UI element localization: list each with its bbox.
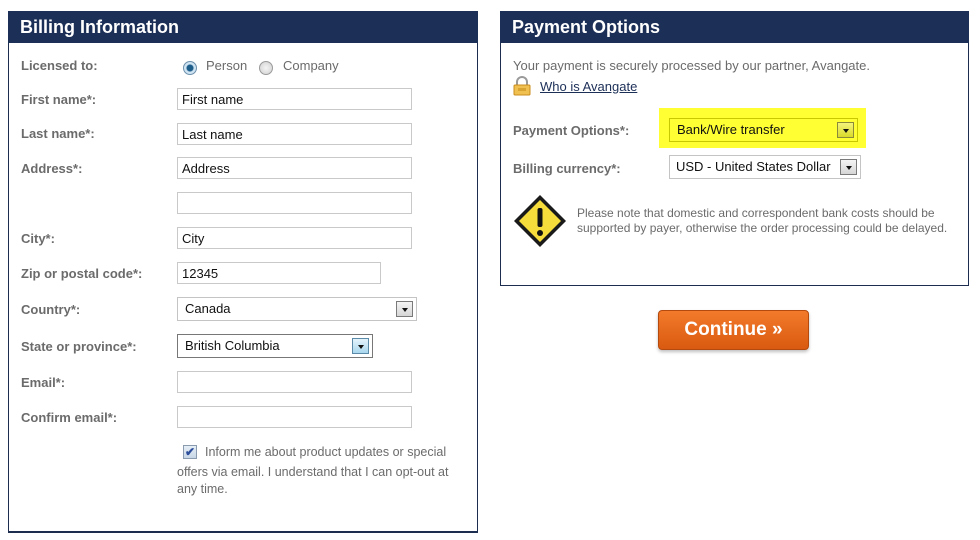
billing-currency-label: Billing currency*: (513, 161, 621, 176)
country-select[interactable]: Canada (177, 297, 417, 321)
radio-person-label[interactable]: Person (206, 58, 247, 73)
radio-company[interactable] (259, 61, 273, 75)
country-select-value: Canada (185, 301, 231, 316)
first-name-label: First name*: (21, 92, 97, 107)
bank-costs-note-line2: supported by payer, otherwise the order … (577, 221, 948, 235)
optin-checkbox[interactable]: ✔ (183, 445, 197, 459)
payment-panel-title: Payment Options (500, 11, 969, 43)
address-label: Address*: (21, 161, 83, 176)
state-select[interactable]: British Columbia (177, 334, 373, 358)
last-name-label: Last name*: (21, 126, 95, 141)
address-input[interactable] (177, 157, 412, 179)
who-is-avangate-link[interactable]: Who is Avangate (540, 79, 637, 94)
payment-option-select[interactable]: Bank/Wire transfer (669, 118, 858, 142)
optin-text-line3: any time. (177, 482, 228, 496)
email-label: Email*: (21, 375, 66, 390)
last-name-input[interactable] (177, 123, 412, 145)
first-name-input[interactable] (177, 88, 412, 110)
continue-button[interactable]: Continue » (658, 310, 809, 350)
lock-icon (513, 76, 531, 96)
payment-option-value: Bank/Wire transfer (677, 122, 785, 137)
city-label: City*: (21, 231, 55, 246)
country-label: Country*: (21, 302, 81, 317)
chevron-down-icon[interactable] (840, 159, 857, 175)
billing-panel-title: Billing Information (8, 11, 478, 43)
chevron-down-icon[interactable] (352, 338, 369, 354)
city-input[interactable] (177, 227, 412, 249)
confirm-email-label: Confirm email*: (21, 410, 118, 425)
bank-costs-note-line1: Please note that domestic and correspond… (577, 206, 935, 220)
address-line2-input[interactable] (177, 192, 412, 214)
state-label: State or province*: (21, 339, 137, 354)
zip-input[interactable] (177, 262, 381, 284)
chevron-down-icon[interactable] (837, 122, 854, 138)
licensed-to-label: Licensed to: (21, 58, 98, 73)
zip-label: Zip or postal code*: (21, 266, 143, 281)
optin-text-line1: Inform me about product updates or speci… (205, 445, 447, 459)
state-select-value: British Columbia (185, 338, 280, 353)
radio-company-label[interactable]: Company (283, 58, 339, 73)
secure-processing-text: Your payment is securely processed by ou… (513, 58, 870, 73)
chevron-down-icon[interactable] (396, 301, 413, 317)
warning-icon (514, 195, 566, 247)
payment-option-label: Payment Options*: (513, 123, 630, 138)
radio-person[interactable] (183, 61, 197, 75)
confirm-email-input[interactable] (177, 406, 412, 428)
optin-text-line2: offers via email. I understand that I ca… (177, 465, 449, 479)
email-input[interactable] (177, 371, 412, 393)
billing-currency-select[interactable]: USD - United States Dollar (669, 155, 861, 179)
billing-currency-value: USD - United States Dollar (676, 159, 831, 174)
payment-options-panel: Payment Options (500, 11, 969, 286)
